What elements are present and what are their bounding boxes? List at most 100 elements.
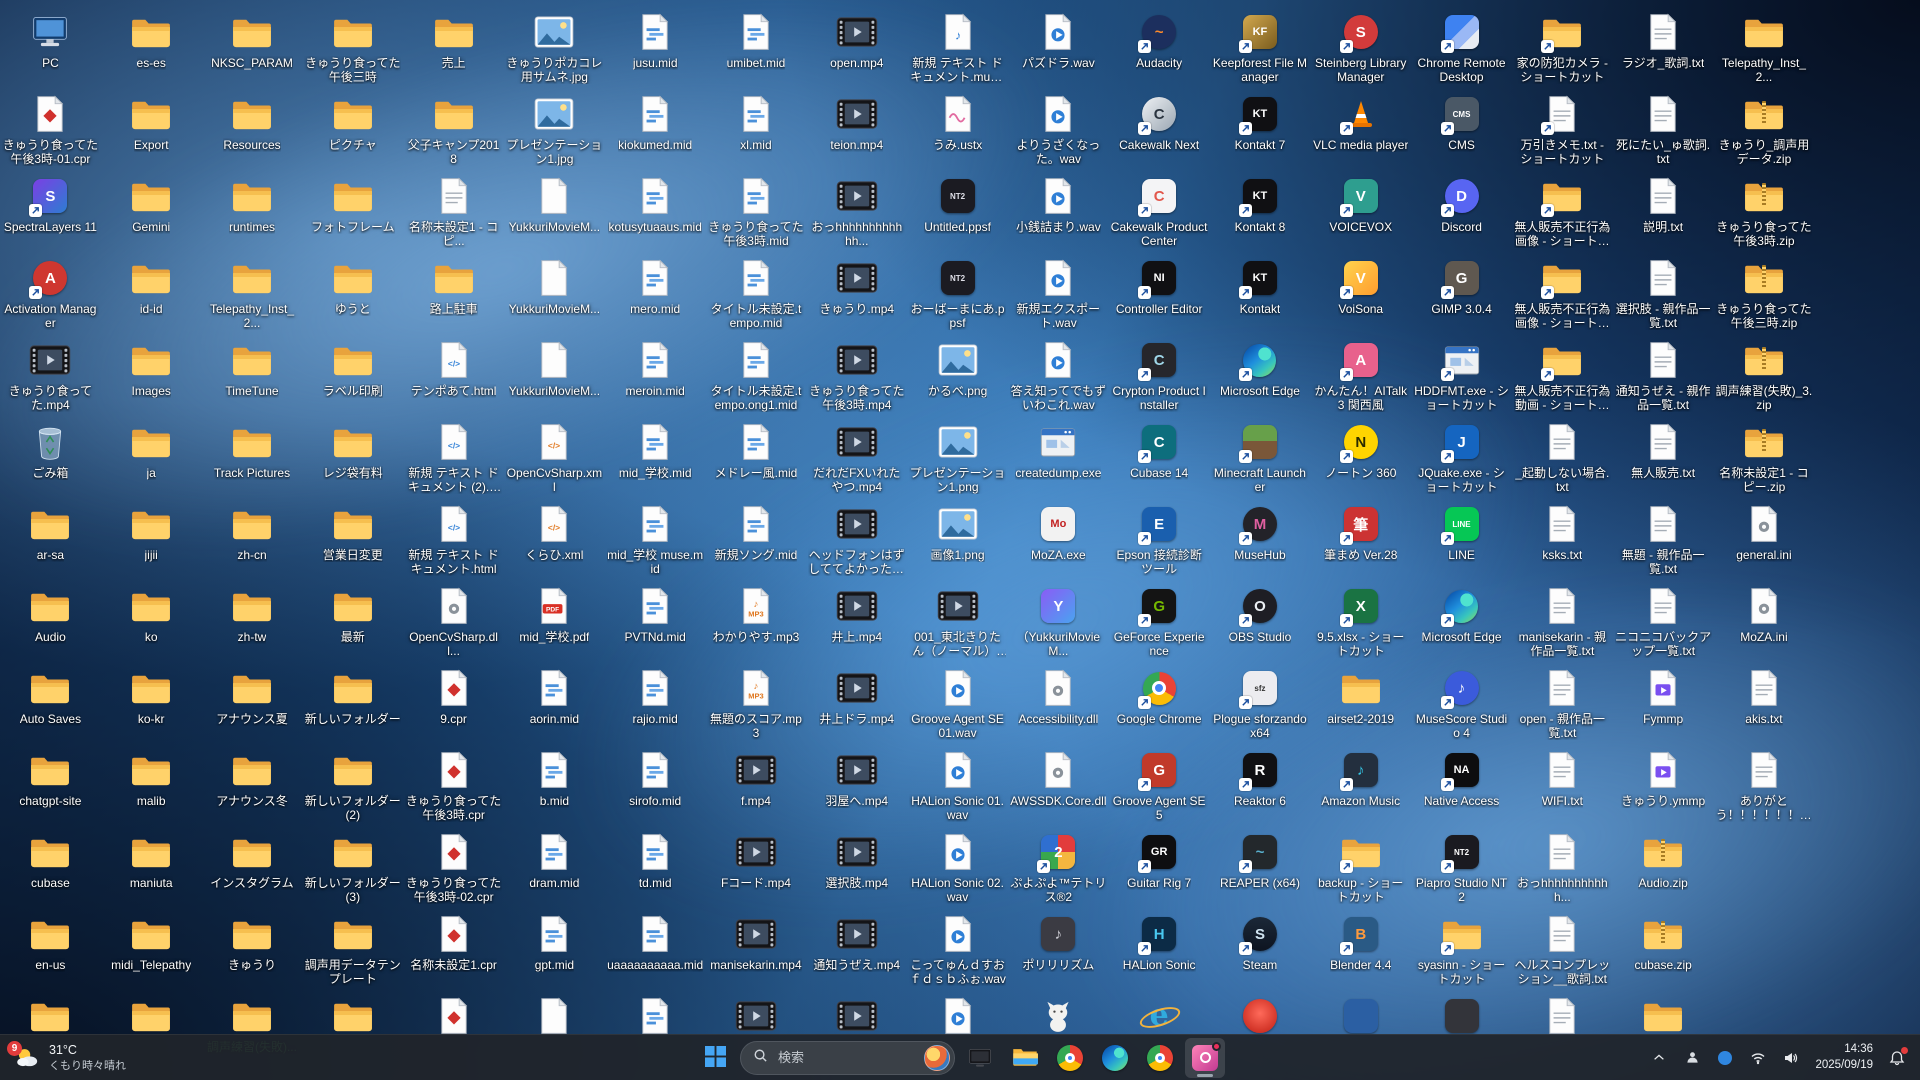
desktop-icon[interactable]: メドレー風.mid [706, 416, 807, 498]
desktop-icon[interactable]: ~Audacity [1109, 6, 1210, 88]
wifi-icon[interactable] [1743, 1042, 1773, 1074]
desktop-icon[interactable]: </>新規 テキスト ドキュメント (2).html [403, 416, 504, 498]
desktop-icon[interactable]: Telepathy_Inst_2... [202, 252, 303, 334]
desktop-icon[interactable]: きゅうりポカコレ用サムネ.jpg [504, 6, 605, 88]
desktop-icon[interactable]: ♪MP3わかりやす.mp3 [706, 580, 807, 662]
desktop-icon[interactable]: きゅうり食ってた午後3時-02.cpr [403, 826, 504, 908]
desktop-icon[interactable]: AActivation Manager [0, 252, 101, 334]
desktop-icon[interactable]: 井上.mp4 [806, 580, 907, 662]
desktop-icon[interactable]: DDiscord [1411, 170, 1512, 252]
desktop-icon[interactable]: NANative Access [1411, 744, 1512, 826]
desktop-icon[interactable]: Google Chrome [1109, 662, 1210, 744]
desktop-icon[interactable]: VVoiSona [1310, 252, 1411, 334]
desktop-icon[interactable]: YukkuriMovieM... [504, 334, 605, 416]
taskbar-app-monitor[interactable] [960, 1038, 1000, 1078]
desktop-icon[interactable]: AWSSDK.Core.dll [1008, 744, 1109, 826]
volume-icon[interactable] [1776, 1042, 1806, 1074]
desktop-icon[interactable]: open.mp4 [806, 6, 907, 88]
desktop-icon[interactable]: kiokumed.mid [605, 88, 706, 170]
desktop-icon[interactable]: きゅうり.mp4 [806, 252, 907, 334]
desktop-icon[interactable]: CCakewalk Next [1109, 88, 1210, 170]
desktop-icon[interactable]: MoMoZA.exe [1008, 498, 1109, 580]
desktop-icon[interactable]: 無人販売不正行為画像 - ショートカッ... [1512, 170, 1613, 252]
desktop-icon[interactable]: KTKontakt 8 [1210, 170, 1311, 252]
desktop-icon[interactable]: きゅうり_調声用データ.zip [1714, 88, 1815, 170]
desktop-icon[interactable]: Chrome Remote Desktop [1411, 6, 1512, 88]
taskbar-app-pink-active[interactable] [1185, 1038, 1225, 1078]
desktop-icon[interactable]: cubase [0, 826, 101, 908]
desktop-icon[interactable]: 無題 - 親作品一覧.txt [1613, 498, 1714, 580]
desktop-icon[interactable]: f.mp4 [706, 744, 807, 826]
desktop-icon[interactable]: _起動しない場合.txt [1512, 416, 1613, 498]
desktop-icon[interactable]: 001_東北きりたん（ノーマル）_今じゃ... [907, 580, 1008, 662]
desktop-icon[interactable]: </>くらひ.xml [504, 498, 605, 580]
desktop-icon[interactable]: CCrypton Product Installer [1109, 334, 1210, 416]
desktop-icon[interactable]: きゅうり食ってた.mp4 [0, 334, 101, 416]
desktop-icon[interactable]: こってゅんｄすおｆｄｓｂふぉ.wav [907, 908, 1008, 990]
desktop-icon[interactable]: ヘッドフォンはずしててよかった.mp4 [806, 498, 907, 580]
desktop-icon[interactable]: NIController Editor [1109, 252, 1210, 334]
desktop-icon[interactable]: GRGuitar Rig 7 [1109, 826, 1210, 908]
desktop-icon[interactable]: NT2おーばーまにあ.ppsf [907, 252, 1008, 334]
desktop-icon[interactable]: dram.mid [504, 826, 605, 908]
taskbar-app-file-explorer[interactable] [1005, 1038, 1045, 1078]
desktop-icon[interactable]: 最新 [302, 580, 403, 662]
desktop-icon[interactable]: td.mid [605, 826, 706, 908]
desktop-icon[interactable]: アナウンス冬 [202, 744, 303, 826]
desktop-icon[interactable]: ニコニコバックアップ一覧.txt [1613, 580, 1714, 662]
desktop-icon[interactable]: YukkuriMovieM... [504, 170, 605, 252]
desktop-icon[interactable]: 羽屋へ.mp4 [806, 744, 907, 826]
desktop-icon[interactable]: malib [101, 744, 202, 826]
desktop-icon[interactable]: GGeForce Experience [1109, 580, 1210, 662]
desktop-icon[interactable]: 選択肢.mp4 [806, 826, 907, 908]
desktop-icon[interactable]: きゅうり [202, 908, 303, 990]
desktop-icon[interactable]: ♪MuseScore Studio 4 [1411, 662, 1512, 744]
desktop-icon[interactable]: PDFmid_学校.pdf [504, 580, 605, 662]
desktop-icon[interactable]: </>OpenCvSharp.xml [504, 416, 605, 498]
desktop-icon[interactable]: きゅうり食ってた午後3時.mid [706, 170, 807, 252]
desktop-icon[interactable]: ksks.txt [1512, 498, 1613, 580]
desktop-icon[interactable]: mid_学校.mid [605, 416, 706, 498]
search-input[interactable] [776, 1049, 916, 1066]
desktop-icon[interactable]: chatgpt-site [0, 744, 101, 826]
desktop-icon[interactable]: レジ袋有料 [302, 416, 403, 498]
desktop-icon[interactable]: 新規ソング.mid [706, 498, 807, 580]
desktop-icon[interactable]: うみ.ustx [907, 88, 1008, 170]
desktop-icon[interactable]: X9.5.xlsx - ショートカット [1310, 580, 1411, 662]
desktop-icon[interactable]: KFKeepforest File Manager [1210, 6, 1311, 88]
desktop-icon[interactable]: Fコード.mp4 [706, 826, 807, 908]
desktop-icon[interactable]: jusu.mid [605, 6, 706, 88]
desktop-icon[interactable]: 死にたい_ゅ歌詞.txt [1613, 88, 1714, 170]
desktop-icon[interactable]: Y（YukkuriMovieM... [1008, 580, 1109, 662]
desktop-icon[interactable]: きゅうり食ってた午後三時 [302, 6, 403, 88]
desktop-icon[interactable]: 無人販売不正行為画像 - ショートカット [1512, 252, 1613, 334]
desktop-icon[interactable]: zh-cn [202, 498, 303, 580]
desktop-icon[interactable]: 家の防犯カメラ - ショートカット [1512, 6, 1613, 88]
desktop-icon[interactable]: Telepathy_Inst_2... [1714, 6, 1815, 88]
desktop-icon[interactable]: 新しいフォルダー (3) [302, 826, 403, 908]
search-daily-image[interactable] [924, 1045, 950, 1071]
desktop-icon[interactable]: 通知うぜえ.mp4 [806, 908, 907, 990]
desktop-icon[interactable]: 選択肢 - 親作品一覧.txt [1613, 252, 1714, 334]
desktop-icon[interactable]: ラベル印刷 [302, 334, 403, 416]
notification-bell-button[interactable] [1882, 1042, 1912, 1074]
desktop-icon[interactable]: jijii [101, 498, 202, 580]
tray-person-icon[interactable] [1677, 1042, 1707, 1074]
desktop-icon[interactable]: 無人販売.txt [1613, 416, 1714, 498]
desktop-icon[interactable]: 通知うぜえ - 親作品一覧.txt [1613, 334, 1714, 416]
desktop-icon[interactable]: airset2-2019 [1310, 662, 1411, 744]
desktop-icon[interactable]: xl.mid [706, 88, 807, 170]
desktop-icon[interactable]: CCakewalk Product Center [1109, 170, 1210, 252]
desktop-icon[interactable]: プレゼンテーション1.png [907, 416, 1008, 498]
desktop-icon[interactable]: OOBS Studio [1210, 580, 1311, 662]
desktop-icon[interactable]: runtimes [202, 170, 303, 252]
desktop-icon[interactable]: Images [101, 334, 202, 416]
desktop-icon[interactable]: createdump.exe [1008, 416, 1109, 498]
desktop-icon[interactable]: ゆうと [302, 252, 403, 334]
desktop-icon[interactable]: BBlender 4.4 [1310, 908, 1411, 990]
desktop-icon[interactable]: きゅうり食ってた午後三時.zip [1714, 252, 1815, 334]
desktop-icon[interactable]: ~REAPER (x64) [1210, 826, 1311, 908]
desktop-icon[interactable]: OpenCvSharp.dll... [403, 580, 504, 662]
desktop-icon[interactable]: 画像1.png [907, 498, 1008, 580]
desktop-icon[interactable]: きゅうり食ってた午後3時.mp4 [806, 334, 907, 416]
